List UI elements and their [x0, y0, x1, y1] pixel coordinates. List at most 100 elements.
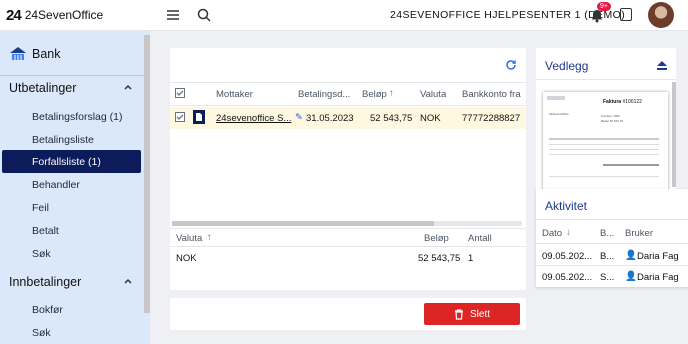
- attachments-scrollbar[interactable]: [672, 82, 676, 187]
- activity-col-date[interactable]: Dato: [542, 228, 562, 239]
- summary-count: 1: [468, 253, 474, 264]
- activity-row-user: Daria Fag: [637, 251, 679, 262]
- sidebar-bank-header[interactable]: Bank: [0, 41, 144, 67]
- chevron-up-icon: [124, 278, 132, 284]
- invoice-logo: [547, 96, 565, 100]
- activity-divider: [536, 243, 688, 244]
- sidebar-item-feil[interactable]: Feil: [0, 196, 144, 219]
- trash-icon: [454, 308, 463, 320]
- activity-row-date: 09.05.202...: [542, 251, 593, 262]
- sidebar-item-sok-innbetalinger[interactable]: Søk: [0, 321, 144, 344]
- select-all-checkbox[interactable]: [175, 88, 185, 98]
- sidebar-item-label: Feil: [32, 201, 49, 214]
- sidebar-scrollbar[interactable]: [144, 35, 150, 313]
- attachments-divider: [536, 79, 676, 80]
- activity-col-user[interactable]: Bruker: [625, 228, 653, 239]
- activity-row-type: S...: [600, 272, 615, 283]
- invoice-line: 52 543,75: [609, 119, 624, 123]
- summary-amount: 52 543,75: [418, 253, 461, 264]
- row-amount: 52 543,75: [370, 113, 413, 124]
- notification-badge: 9+: [597, 2, 611, 11]
- section-label: Utbetalinger: [9, 81, 77, 95]
- invoice-rule: [549, 176, 659, 177]
- activity-divider: [536, 265, 688, 266]
- sidebar-bank-label: Bank: [32, 47, 61, 61]
- scrollbar-thumb[interactable]: [172, 221, 434, 226]
- edit-icon[interactable]: ✎: [295, 112, 303, 123]
- document-icon[interactable]: [193, 110, 205, 124]
- invoice-heading: Faktura #100122: [603, 99, 642, 105]
- logo-text: 24SevenOffice: [24, 8, 104, 22]
- user-icon: 👤: [625, 250, 637, 261]
- invoice-title: Faktura: [603, 99, 622, 105]
- bank-icon: [10, 47, 26, 60]
- eject-icon[interactable]: [657, 61, 667, 70]
- col-amount[interactable]: Beløp: [362, 89, 387, 100]
- hamburger-menu-icon[interactable]: [165, 7, 181, 23]
- activity-row-date: 09.05.202...: [542, 272, 593, 283]
- sidebar-item-label: Søk: [32, 326, 51, 339]
- col-account-from[interactable]: Bankkonto fra: [462, 89, 521, 100]
- activity-panel: Aktivitet Dato ↓ B... Bruker 09.05.202..…: [536, 189, 688, 287]
- table-divider: [170, 105, 526, 106]
- summary-divider: [170, 228, 526, 229]
- delete-label: Slett: [469, 308, 490, 320]
- delete-button[interactable]: Slett: [424, 303, 520, 325]
- invoice-line: 1000: [613, 114, 620, 118]
- col-currency[interactable]: Valuta: [420, 89, 446, 100]
- sidebar-item-label: Betalt: [32, 224, 59, 237]
- sidebar-item-betalt[interactable]: Betalt: [0, 219, 144, 242]
- row-account: 77772288827: [462, 113, 521, 124]
- invoice-preview[interactable]: Faktura #100122 24SevenOffice Kundenr 10…: [543, 92, 668, 192]
- sidebar-item-behandler[interactable]: Behandler: [0, 173, 144, 196]
- invoice-meta-row: Beløp 52 543,75: [601, 119, 661, 124]
- app-logo[interactable]: 24 24SevenOffice: [6, 6, 103, 24]
- summary-col-count[interactable]: Antall: [468, 233, 492, 244]
- logo-mark: 24: [6, 6, 22, 24]
- summary-col-amount[interactable]: Beløp: [424, 233, 449, 244]
- table-divider: [170, 82, 526, 83]
- activity-title: Aktivitet: [545, 199, 588, 213]
- invoice-number: #100122: [622, 99, 642, 105]
- invoice-rule: [549, 144, 659, 145]
- sidebar-item-label: Søk: [32, 247, 51, 260]
- sidebar-item-betalingsliste[interactable]: Betalingsliste: [0, 128, 144, 151]
- invoice-address: 24SevenOffice: [549, 112, 589, 117]
- activity-row-user: Daria Fag: [637, 272, 679, 283]
- col-payment-date[interactable]: Betalingsd...: [298, 89, 350, 100]
- row-recipient[interactable]: 24sevenoffice S...: [216, 113, 291, 124]
- sidebar-item-label: Bokfør: [32, 303, 63, 316]
- notes-icon[interactable]: [620, 8, 632, 21]
- sort-up-icon: ↑: [389, 88, 394, 99]
- sidebar-item-bokfor[interactable]: Bokfør: [0, 298, 144, 321]
- invoice-meta: Kundenr 1000 Beløp 52 543,75: [601, 114, 661, 124]
- summary-currency: NOK: [176, 253, 197, 264]
- col-recipient[interactable]: Mottaker: [216, 89, 253, 100]
- summary-divider: [170, 246, 526, 247]
- sidebar-item-label: Betalingsliste: [32, 133, 94, 146]
- invoice-line: Kundenr: [601, 114, 613, 118]
- horizontal-scrollbar[interactable]: [172, 221, 522, 226]
- row-date: 31.05.2023: [306, 113, 354, 124]
- user-icon: 👤: [625, 271, 637, 282]
- search-icon[interactable]: [196, 7, 212, 23]
- invoice-rule: [603, 164, 659, 166]
- section-utbetalinger[interactable]: Utbetalinger: [0, 75, 144, 101]
- attachments-title: Vedlegg: [545, 59, 589, 73]
- sidebar-item-sok[interactable]: Søk: [0, 242, 144, 265]
- section-label: Innbetalinger: [9, 275, 82, 289]
- section-innbetalinger[interactable]: Innbetalinger: [0, 269, 144, 295]
- refresh-icon[interactable]: [505, 59, 517, 71]
- activity-col-type[interactable]: B...: [600, 228, 614, 239]
- invoice-line: Beløp: [601, 119, 609, 123]
- summary-col-currency[interactable]: Valuta: [176, 233, 202, 244]
- invoice-rule: [549, 154, 659, 155]
- sidebar-item-forfallsliste[interactable]: Forfallsliste (1): [2, 150, 141, 173]
- invoice-rule: [549, 149, 659, 150]
- chevron-up-icon: [124, 84, 132, 90]
- row-checkbox[interactable]: [175, 112, 185, 122]
- invoice-line: 24SevenOffice: [549, 112, 569, 116]
- user-avatar[interactable]: [648, 2, 674, 28]
- sidebar-item-betalingsforslag[interactable]: Betalingsforslag (1): [0, 105, 144, 128]
- invoice-rule: [549, 138, 659, 140]
